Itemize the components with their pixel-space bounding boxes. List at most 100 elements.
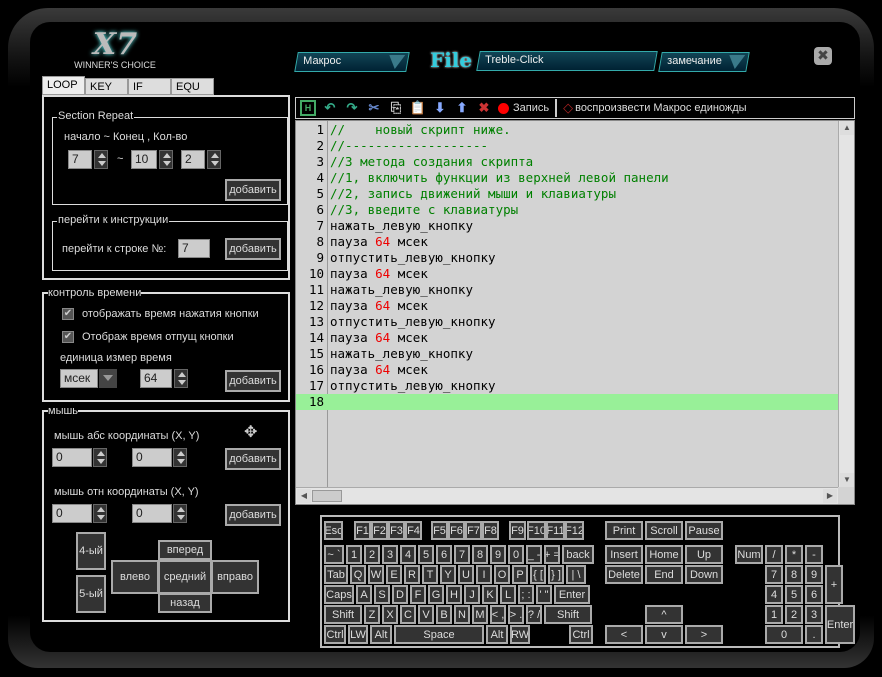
code-line[interactable]: 3 //3 метода создания скрипта xyxy=(296,154,838,170)
abs-x-input[interactable]: 0 xyxy=(52,448,92,467)
code-line[interactable]: 12 пауза 64 мсек xyxy=(296,298,838,314)
code-line[interactable]: 1 // новый скрипт ниже. xyxy=(296,122,838,138)
cut-icon[interactable]: ✂ xyxy=(366,100,382,116)
end-stepper[interactable] xyxy=(159,150,173,169)
code-line[interactable]: 17 отпустить_левую_кнопку xyxy=(296,378,838,394)
key-f9[interactable]: F9 xyxy=(509,521,526,540)
start-input[interactable]: 7 xyxy=(68,150,92,169)
count-input[interactable]: 2 xyxy=(181,150,205,169)
key-back[interactable]: back xyxy=(562,545,594,564)
key-f8[interactable]: F8 xyxy=(482,521,499,540)
key-[interactable]: . xyxy=(805,625,823,644)
key-j[interactable]: J xyxy=(464,585,480,604)
key-enter[interactable]: Enter xyxy=(554,585,590,604)
key-[interactable]: ? / xyxy=(526,605,542,624)
key-q[interactable]: Q xyxy=(350,565,366,584)
key-9[interactable]: 9 xyxy=(490,545,506,564)
tab-if[interactable]: IF xyxy=(128,78,171,95)
key-tab[interactable]: Tab xyxy=(324,565,348,584)
key-f2[interactable]: F2 xyxy=(371,521,388,540)
code-line[interactable]: 9 отпустить_левую_кнопку xyxy=(296,250,838,266)
time-value-input[interactable]: 64 xyxy=(140,369,172,388)
move-up-icon[interactable]: ⬆ xyxy=(454,100,470,116)
wheel-back-button[interactable]: назад xyxy=(158,593,212,613)
key-[interactable]: + = xyxy=(544,545,560,564)
key-r[interactable]: R xyxy=(404,565,420,584)
key-enter[interactable]: Enter xyxy=(825,605,855,644)
rel-x-input[interactable]: 0 xyxy=(52,504,92,523)
key-2[interactable]: 2 xyxy=(364,545,380,564)
key-scroll[interactable]: Scroll xyxy=(645,521,683,540)
key-p[interactable]: P xyxy=(512,565,528,584)
add-rel-button[interactable]: добавить xyxy=(225,504,281,526)
key-[interactable]: + xyxy=(825,565,843,604)
code-line[interactable]: 14 пауза 64 мсек xyxy=(296,330,838,346)
end-input[interactable]: 10 xyxy=(131,150,157,169)
note-select[interactable]: замечание xyxy=(658,52,750,72)
key-rw[interactable]: RW xyxy=(510,625,530,644)
undo-icon[interactable]: ↶ xyxy=(322,100,338,116)
abs-y-input[interactable]: 0 xyxy=(132,448,172,467)
key-f12[interactable]: F12 xyxy=(565,521,584,540)
scroll-thumb[interactable] xyxy=(312,490,342,502)
key-u[interactable]: U xyxy=(458,565,474,584)
key-m[interactable]: M xyxy=(472,605,488,624)
key-alt[interactable]: Alt xyxy=(486,625,508,644)
mouse-button-5[interactable]: 5-ый xyxy=(76,575,106,613)
crosshair-move-icon[interactable]: ✥ xyxy=(244,422,257,442)
key-y[interactable]: Y xyxy=(440,565,456,584)
time-stepper[interactable] xyxy=(174,369,188,388)
key-d[interactable]: D xyxy=(392,585,408,604)
key-lw[interactable]: LW xyxy=(348,625,368,644)
rel-y-stepper[interactable] xyxy=(173,504,187,523)
key-3[interactable]: 3 xyxy=(805,605,823,624)
key-[interactable]: - xyxy=(805,545,823,564)
code-line[interactable]: 11 нажать_левую_кнопку xyxy=(296,282,838,298)
key-5[interactable]: 5 xyxy=(785,585,803,604)
key-[interactable]: / xyxy=(765,545,783,564)
key-g[interactable]: G xyxy=(428,585,444,604)
scroll-left-icon[interactable]: ◀ xyxy=(297,489,311,503)
key-[interactable]: ; : xyxy=(518,585,534,604)
script-editor[interactable]: 1 // новый скрипт ниже. 2 //---------------… xyxy=(295,120,855,505)
key-e[interactable]: E xyxy=(386,565,402,584)
code-line[interactable]: 4 //1, включить функции из верхней левой … xyxy=(296,170,838,186)
code-line[interactable]: 16 пауза 64 мсек xyxy=(296,362,838,378)
rel-x-stepper[interactable] xyxy=(93,504,107,523)
mouse-left-button[interactable]: влево xyxy=(111,560,159,594)
key-home[interactable]: Home xyxy=(645,545,683,564)
save-icon[interactable]: H xyxy=(300,100,316,116)
key-s[interactable]: S xyxy=(374,585,390,604)
key-[interactable]: { [ xyxy=(530,565,546,584)
key-[interactable]: * xyxy=(785,545,803,564)
key-f[interactable]: F xyxy=(410,585,426,604)
code-line[interactable]: 13 отпустить_левую_кнопку xyxy=(296,314,838,330)
abs-x-stepper[interactable] xyxy=(93,448,107,467)
scroll-down-icon[interactable]: ▼ xyxy=(840,473,854,487)
key-7[interactable]: 7 xyxy=(765,565,783,584)
abs-y-stepper[interactable] xyxy=(173,448,187,467)
mouse-button-4[interactable]: 4-ый xyxy=(76,532,106,570)
key-b[interactable]: B xyxy=(436,605,452,624)
key-pause[interactable]: Pause xyxy=(685,521,723,540)
key-1[interactable]: 1 xyxy=(346,545,362,564)
key-ctrl[interactable]: Ctrl xyxy=(569,625,593,644)
add-time-button[interactable]: добавить xyxy=(225,370,281,392)
delete-icon[interactable]: ✖ xyxy=(476,100,492,116)
copy-icon[interactable]: ⎘ xyxy=(388,100,404,116)
code-line[interactable]: 10 пауза 64 мсек xyxy=(296,266,838,282)
key-[interactable]: } ] xyxy=(548,565,564,584)
key-[interactable]: < xyxy=(605,625,643,644)
add-loop-button[interactable]: добавить xyxy=(225,179,281,201)
key-[interactable]: < , xyxy=(490,605,506,624)
key-o[interactable]: O xyxy=(494,565,510,584)
key-f4[interactable]: F4 xyxy=(405,521,422,540)
key-f1[interactable]: F1 xyxy=(354,521,371,540)
redo-icon[interactable]: ↷ xyxy=(344,100,360,116)
key-f6[interactable]: F6 xyxy=(448,521,465,540)
key-up[interactable]: Up xyxy=(685,545,723,564)
key-f7[interactable]: F7 xyxy=(465,521,482,540)
key-caps[interactable]: Caps xyxy=(324,585,354,604)
mode-select[interactable]: Макрос xyxy=(294,52,410,72)
key-9[interactable]: 9 xyxy=(805,565,823,584)
